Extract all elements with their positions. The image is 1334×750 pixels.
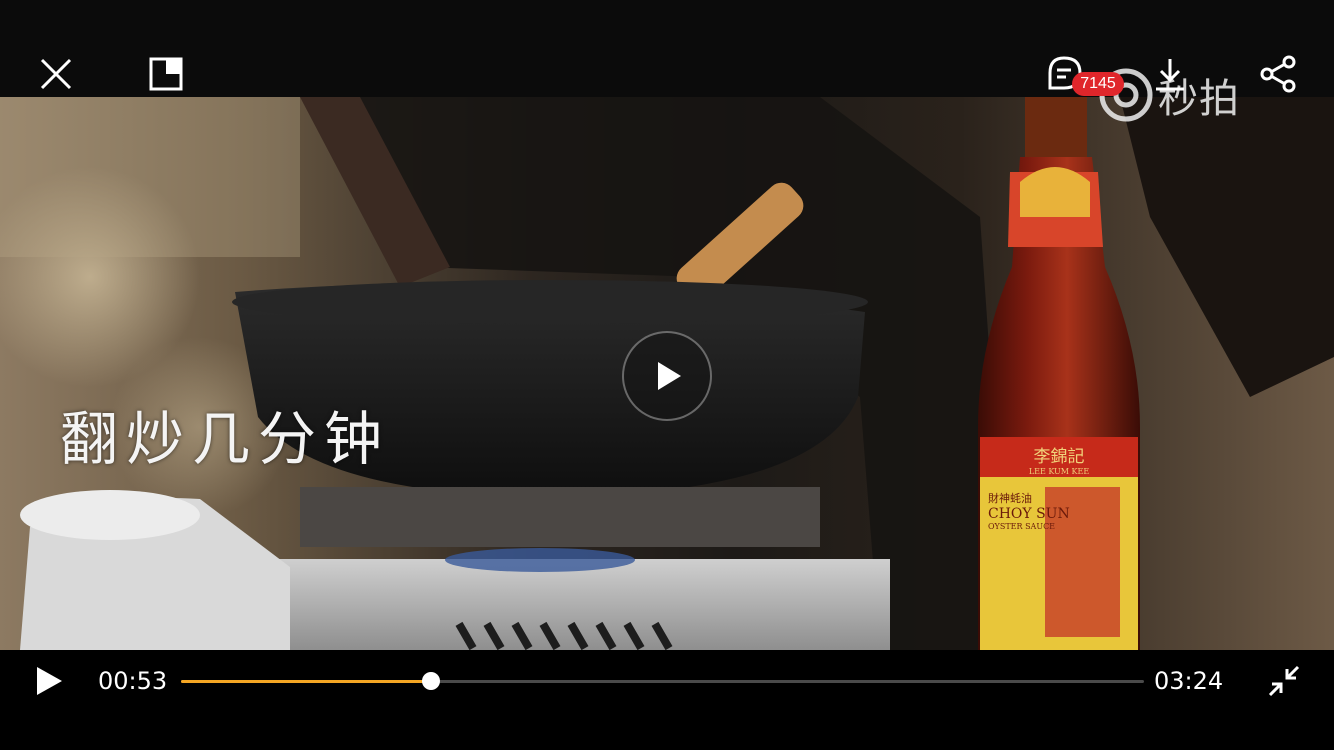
playback-controls (0, 650, 1334, 750)
picture-in-picture-button[interactable] (142, 50, 190, 98)
bottle-product-en: CHOY SUN (988, 506, 1070, 522)
seek-bar[interactable] (181, 672, 1144, 690)
close-icon (40, 58, 72, 90)
bottle-label: 李錦記 LEE KUM KEE 財神蚝油 CHOY SUN OYSTER SAU… (982, 442, 1136, 531)
download-button[interactable] (1146, 50, 1194, 98)
play-button[interactable] (24, 657, 72, 705)
close-button[interactable] (32, 50, 80, 98)
exit-fullscreen-icon (1268, 665, 1300, 697)
bottle-product-cn: 財神蚝油 (988, 492, 1032, 505)
download-icon (1156, 59, 1184, 91)
seek-bar-progress (181, 680, 432, 683)
current-time: 00:53 (98, 667, 168, 695)
video-subtitle: 翻炒几分钟 (60, 405, 391, 473)
exit-fullscreen-button[interactable] (1260, 657, 1308, 705)
share-icon (1260, 55, 1296, 93)
bottle-product-en2: OYSTER SAUCE (988, 522, 1056, 531)
bottle-brand: 李錦記 (1033, 447, 1085, 467)
play-icon (37, 667, 62, 695)
bottle-english: LEE KUM KEE (1028, 467, 1090, 476)
share-button[interactable] (1254, 50, 1302, 98)
comment-count-badge: 7145 (1072, 72, 1124, 96)
picture-in-picture-icon (149, 57, 183, 91)
center-play-button[interactable] (622, 331, 712, 421)
play-icon (658, 362, 681, 390)
total-time: 03:24 (1154, 667, 1224, 695)
